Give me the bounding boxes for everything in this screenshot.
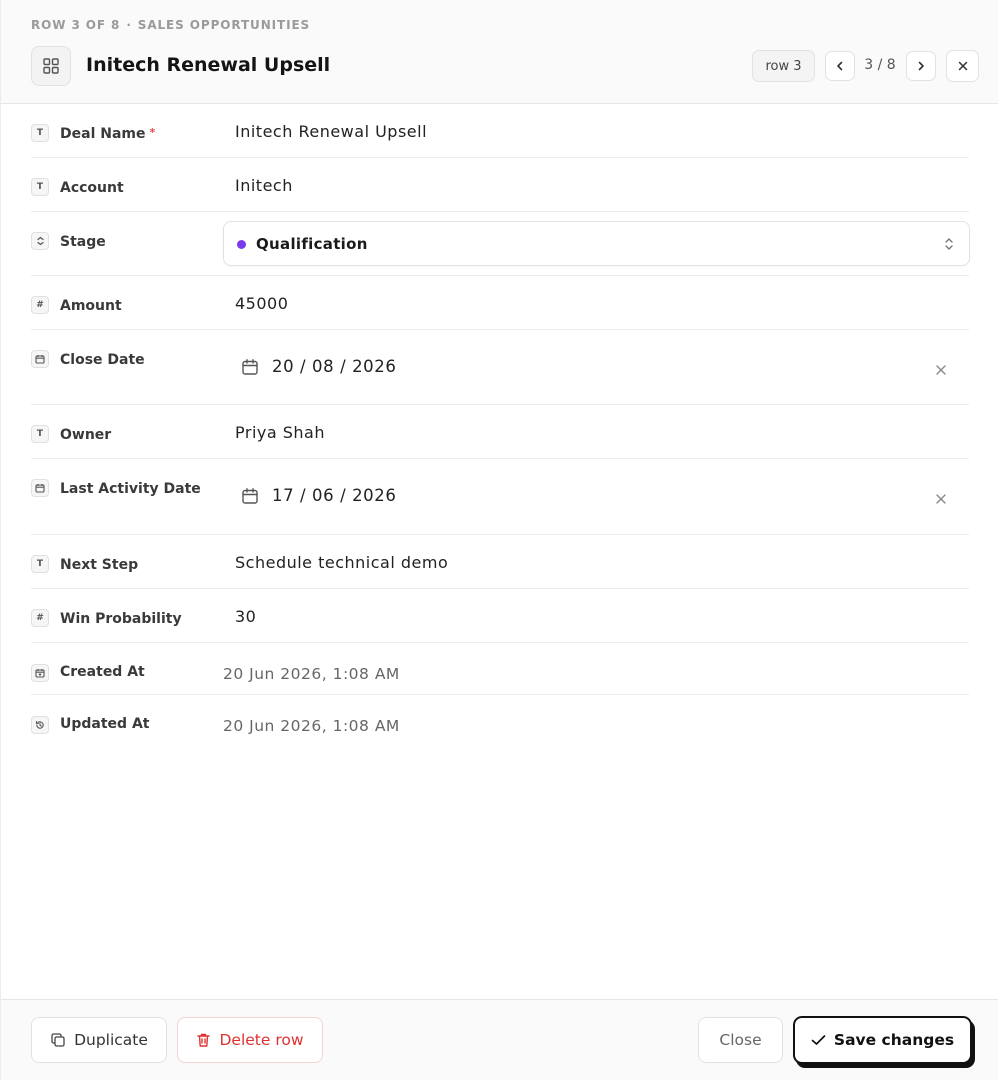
close-icon [958,61,967,71]
calendar-icon[interactable] [241,487,259,509]
field-row-updated-at: Updated At 20 Jun 2026, 1:08 AM [31,695,969,747]
field-row-close-date: Close Date 20 / 08 / 2026 [31,330,969,405]
stage-selected-value: Qualification [256,235,368,253]
breadcrumb-table: SALES OPPORTUNITIES [137,18,311,32]
field-row-created-at: Created At 20 Jun 2026, 1:08 AM [31,643,969,695]
save-label: Save changes [833,1031,955,1049]
field-row-win-probability: # Win Probability 30 [31,589,969,643]
created-at-value: 20 Jun 2026, 1:08 AM [223,665,400,683]
close-button[interactable]: Close [698,1017,783,1063]
field-row-last-activity-date: Last Activity Date 17 / 06 / 2026 [31,459,969,535]
breadcrumb: ROW 3 OF 8 · SALES OPPORTUNITIES [31,18,310,32]
field-row-account: T Account Initech [31,158,969,212]
chevron-up-down-icon [943,236,955,255]
panel-header: ROW 3 OF 8 · SALES OPPORTUNITIES Initech R… [1,0,998,104]
field-label-win-probability: Win Probability [60,611,182,627]
delete-label: Delete row [219,1031,304,1049]
field-row-stage: Stage Qualification [31,212,970,276]
last-activity-date-input[interactable]: 17 / 06 / 2026 [272,486,396,505]
stage-color-dot [237,240,246,249]
amount-input[interactable]: 45000 [235,294,288,313]
duplicate-label: Duplicate [74,1031,148,1049]
chevron-left-icon [837,61,843,71]
win-probability-input[interactable]: 30 [235,607,256,626]
panel-footer: Duplicate Delete row Close Save changes [1,999,998,1080]
text-type-icon: T [31,425,49,443]
field-label-stage: Stage [60,234,106,250]
field-row-amount: # Amount 45000 [31,276,969,330]
field-row-owner: T Owner Priya Shah [31,405,969,459]
account-input[interactable]: Initech [235,176,293,195]
calendar-type-icon [31,479,49,497]
layout-grid-button[interactable] [31,46,71,86]
calendar-type-icon [31,350,49,368]
field-label-amount: Amount [60,298,122,314]
required-marker: * [149,126,156,139]
field-label-account: Account [60,180,124,196]
clear-last-activity-date-icon[interactable] [935,490,947,509]
calendar-icon[interactable] [241,358,259,380]
delete-row-button[interactable]: Delete row [177,1017,323,1063]
field-label-created-at: Created At [60,664,145,680]
page-title: Initech Renewal Upsell [86,54,331,76]
check-icon [811,1035,826,1045]
clear-close-date-icon[interactable] [935,361,947,380]
chevron-right-icon [918,61,924,71]
field-label-text: Deal Name [60,126,146,142]
grid-icon [43,58,59,74]
deal-name-input[interactable]: Initech Renewal Upsell [235,122,427,141]
next-row-button[interactable] [906,51,936,81]
breadcrumb-row: ROW 3 OF 8 [31,18,121,32]
updated-at-value: 20 Jun 2026, 1:08 AM [223,717,400,735]
breadcrumb-separator: · [126,18,132,32]
duplicate-button[interactable]: Duplicate [31,1017,167,1063]
calendar-plus-icon [31,664,49,682]
number-type-icon: # [31,609,49,627]
select-type-icon [31,232,49,250]
previous-row-button[interactable] [825,51,855,81]
field-row-next-step: T Next Step Schedule technical demo [31,535,969,589]
stage-select[interactable]: Qualification [223,221,970,266]
field-label-owner: Owner [60,427,112,443]
field-label-next-step: Next Step [60,557,139,573]
next-step-input[interactable]: Schedule technical demo [235,553,448,572]
number-type-icon: # [31,296,49,314]
field-label-updated-at: Updated At [60,716,150,732]
history-icon [31,716,49,734]
trash-icon [197,1033,211,1047]
text-type-icon: T [31,555,49,573]
field-label-last-activity-date: Last Activity Date [60,481,201,497]
owner-input[interactable]: Priya Shah [235,423,325,442]
row-counter: 3 / 8 [864,57,896,73]
save-changes-button[interactable]: Save changes [793,1016,972,1064]
record-detail-panel: ROW 3 OF 8 · SALES OPPORTUNITIES Initech R… [0,0,998,1080]
text-type-icon: T [31,124,49,142]
field-row-deal-name: T Deal Name * Initech Renewal Upsell [31,104,969,158]
field-label-close-date: Close Date [60,352,145,368]
close-date-input[interactable]: 20 / 08 / 2026 [272,357,396,376]
text-type-icon: T [31,178,49,196]
close-panel-button[interactable] [946,50,979,82]
copy-icon [51,1033,65,1047]
field-label-deal-name: Deal Name * [60,126,155,142]
row-id-badge[interactable]: row 3 [752,50,815,82]
